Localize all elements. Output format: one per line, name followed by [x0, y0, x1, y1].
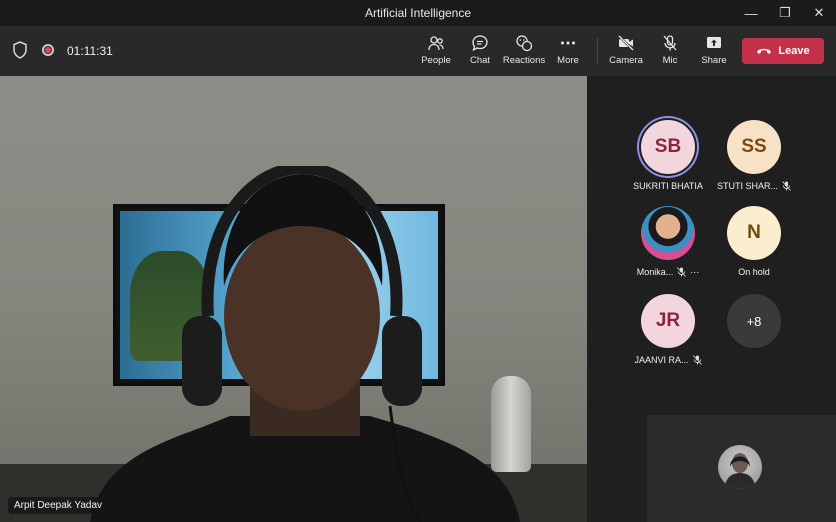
meeting-timer: 01:11:31	[67, 44, 113, 58]
participant-tile-jaanvi[interactable]: JR JAANVI RA...	[628, 294, 708, 374]
toolbar-divider	[597, 38, 598, 64]
self-view[interactable]	[647, 415, 836, 522]
avatar: JR	[641, 294, 695, 348]
more-icon	[561, 41, 575, 45]
shield-icon	[13, 41, 27, 59]
chat-label: Chat	[469, 55, 491, 66]
leave-button[interactable]: Leave	[742, 38, 824, 64]
avatar: SS	[727, 120, 781, 174]
participant-tile-stuti[interactable]: SS STUTI SHAR...	[714, 120, 794, 200]
speaker-video-person	[90, 166, 520, 522]
overflow-count: +8	[727, 294, 781, 348]
people-label: People	[421, 55, 451, 66]
window-controls: — ❐ ✕	[734, 0, 836, 26]
participant-name: SUKRITI BHATIA	[633, 181, 703, 191]
close-button[interactable]: ✕	[802, 0, 836, 26]
share-screen-icon	[707, 37, 721, 48]
mic-muted-icon	[692, 355, 702, 365]
participant-name: STUTI SHAR...	[716, 181, 778, 191]
participant-status: On hold	[738, 267, 770, 277]
mic-muted-icon	[782, 181, 791, 191]
share-label: Share	[701, 55, 727, 66]
avatar: SB	[641, 120, 695, 174]
mic-label: Mic	[662, 55, 678, 66]
minimize-button[interactable]: —	[734, 0, 768, 26]
camera-off-icon	[618, 35, 634, 51]
restore-button[interactable]: ❐	[768, 0, 802, 26]
share-button[interactable]: Share	[689, 34, 739, 70]
more-label: More	[557, 55, 579, 66]
self-avatar-photo	[718, 445, 762, 489]
reactions-label: Reactions	[502, 55, 546, 66]
chat-icon	[472, 35, 488, 52]
participant-tile-on-hold[interactable]: N On hold	[714, 206, 794, 286]
people-button[interactable]: People	[411, 34, 461, 70]
recording-indicator-icon	[42, 44, 54, 56]
participant-tile-sukriti[interactable]: SB SUKRITI BHATIA	[628, 120, 708, 200]
participant-tile-monika[interactable]: Monika... ···	[628, 206, 708, 286]
chat-button[interactable]: Chat	[455, 34, 505, 70]
camera-button[interactable]: Camera	[601, 34, 651, 70]
participant-name: JAANVI RA...	[634, 355, 689, 365]
camera-label: Camera	[609, 55, 643, 66]
reactions-button[interactable]: Reactions	[499, 34, 549, 70]
mic-button[interactable]: Mic	[645, 34, 695, 70]
people-icon	[428, 36, 444, 51]
window-title: Artificial Intelligence	[364, 6, 472, 20]
avatar-photo	[641, 206, 695, 260]
hang-up-icon	[757, 48, 772, 54]
speaker-name-tag: Arpit Deepak Yadav	[8, 497, 109, 514]
title-bar: Artificial Intelligence — ❐ ✕	[0, 0, 836, 26]
avatar: N	[727, 206, 781, 260]
main-video-stage[interactable]: Arpit Deepak Yadav	[0, 76, 587, 522]
meeting-toolbar: 01:11:31 People Chat Reactions More Came…	[0, 26, 836, 76]
mic-off-icon	[663, 35, 677, 51]
reactions-icon	[516, 35, 533, 52]
more-button[interactable]: More	[543, 34, 593, 70]
leave-label: Leave	[778, 45, 810, 57]
participant-name: Monika...	[636, 267, 674, 277]
participant-more-options-icon[interactable]: ···	[690, 267, 699, 277]
more-participants-button[interactable]: +8	[714, 294, 794, 374]
mic-muted-icon	[677, 267, 687, 277]
